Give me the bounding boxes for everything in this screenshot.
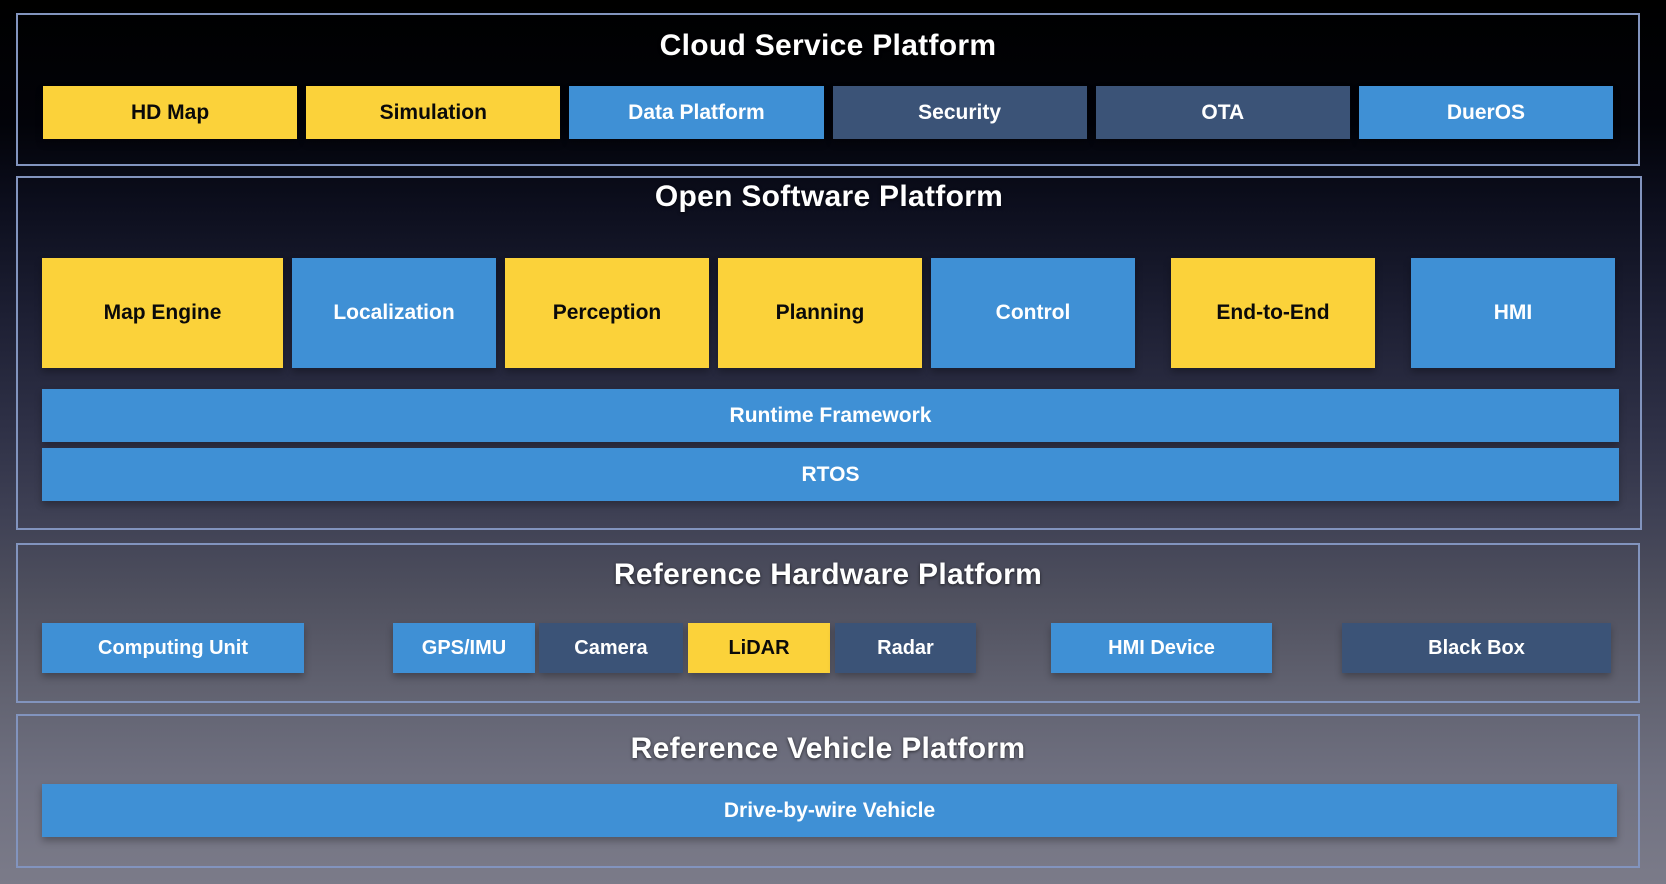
box-data-platform: Data Platform: [569, 86, 824, 139]
box-hmi-device: HMI Device: [1051, 623, 1272, 673]
cloud-items-row: HD Map Simulation Data Platform Security…: [18, 86, 1638, 139]
box-ota: OTA: [1095, 86, 1350, 139]
box-lidar: LiDAR: [688, 623, 830, 673]
box-end-to-end: End-to-End: [1171, 258, 1375, 368]
box-map-engine: Map Engine: [42, 258, 283, 368]
software-section-title: Open Software Platform: [654, 180, 1004, 213]
box-radar: Radar: [835, 623, 976, 673]
reference-vehicle-platform-section: Reference Vehicle Platform Drive-by-wire…: [16, 714, 1640, 868]
box-black-box: Black Box: [1342, 623, 1611, 673]
apollo-architecture-diagram: Cloud Service Platform HD Map Simulation…: [0, 0, 1666, 884]
box-simulation: Simulation: [306, 86, 561, 139]
cloud-service-platform-section: Cloud Service Platform HD Map Simulation…: [16, 13, 1640, 166]
reference-hardware-platform-section: Reference Hardware Platform Computing Un…: [16, 543, 1640, 703]
open-software-platform-section: Open Software Platform Map Engine Locali…: [16, 176, 1642, 530]
bar-drive-by-wire-vehicle: Drive-by-wire Vehicle: [42, 784, 1617, 837]
box-gps-imu: GPS/IMU: [393, 623, 535, 673]
software-modules-row: Map Engine Localization Perception Plann…: [18, 258, 1640, 368]
box-dueros: DuerOS: [1358, 86, 1614, 139]
box-hd-map: HD Map: [43, 86, 298, 139]
box-computing-unit: Computing Unit: [42, 623, 304, 673]
box-camera: Camera: [539, 623, 683, 673]
box-control: Control: [931, 258, 1135, 368]
vehicle-section-title: Reference Vehicle Platform: [630, 732, 1026, 765]
box-hmi: HMI: [1411, 258, 1615, 368]
bar-rtos: RTOS: [42, 448, 1619, 501]
box-perception: Perception: [505, 258, 709, 368]
box-localization: Localization: [292, 258, 496, 368]
box-planning: Planning: [718, 258, 922, 368]
box-security: Security: [832, 86, 1087, 139]
bar-runtime-framework: Runtime Framework: [42, 389, 1619, 442]
cloud-section-title: Cloud Service Platform: [659, 29, 997, 62]
hardware-section-title: Reference Hardware Platform: [613, 558, 1043, 591]
